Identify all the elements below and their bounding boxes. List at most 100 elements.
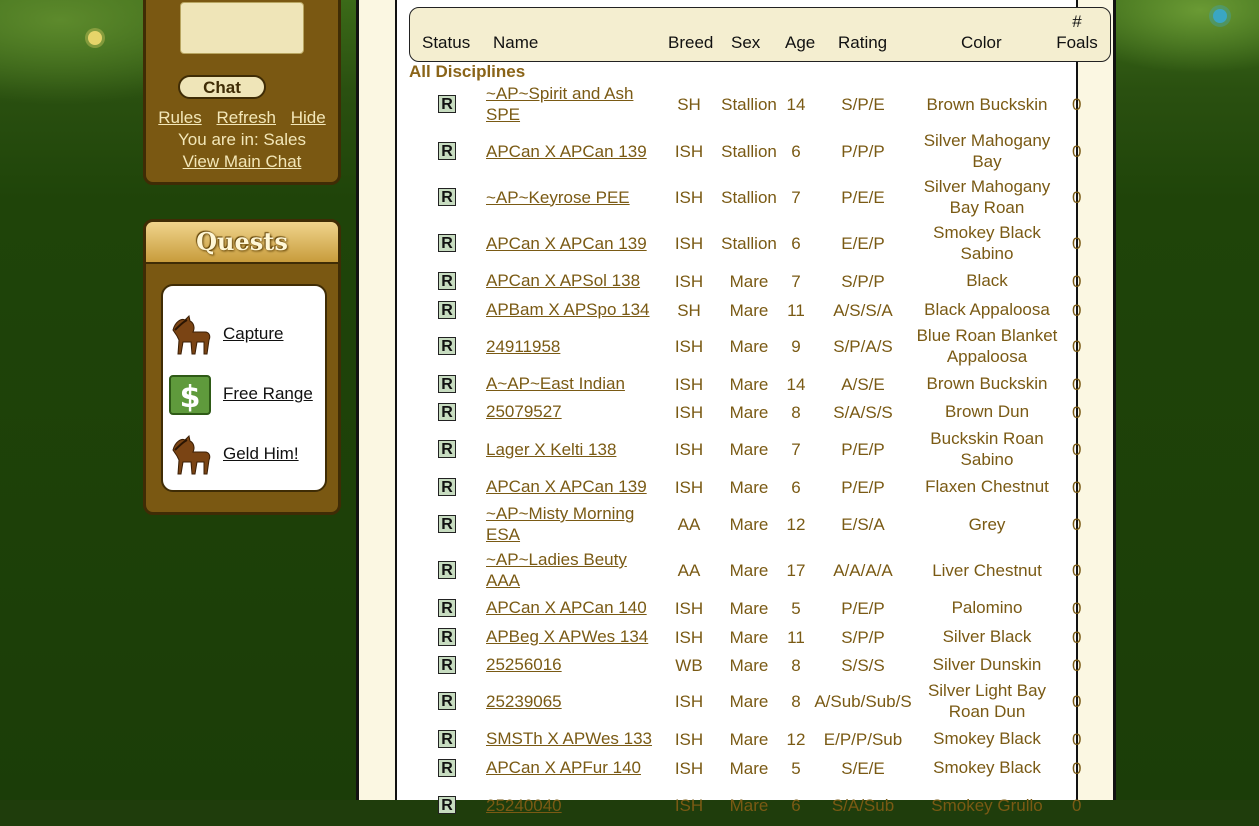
cell-color: Grey <box>968 514 1006 534</box>
status-badge[interactable]: R <box>438 440 456 458</box>
status-badge[interactable]: R <box>438 692 456 710</box>
cell-breed: ISH <box>674 440 704 459</box>
table-row: R APCan X APCan 139 ISH Stallion 6 E/E/P Smoke… <box>396 222 1111 264</box>
status-badge[interactable]: R <box>438 95 456 113</box>
cell-age: 7 <box>791 188 801 207</box>
chat-input[interactable] <box>180 2 304 54</box>
table-row: R ~AP~Keyrose PEE ISH Stallion 7 P/E/E Silver … <box>396 176 1111 218</box>
chat-button[interactable]: Chat <box>178 75 266 99</box>
cell-sex: Mare <box>729 374 769 394</box>
horse-name-link[interactable]: 25239065 <box>486 680 661 722</box>
cell-color: Silver Dunskin <box>932 655 1042 674</box>
cell-rating: A/S/S/A <box>833 300 893 320</box>
cell-foals: 0 <box>1072 477 1082 497</box>
cell-rating: E/E/P <box>841 234 885 253</box>
hide-link[interactable]: Hide <box>291 108 326 127</box>
header-status[interactable]: Status <box>422 33 470 53</box>
cell-color: Palomino <box>951 598 1023 617</box>
status-badge[interactable]: R <box>438 374 456 393</box>
horse-name-link[interactable]: APBeg X APWes 134 <box>486 626 661 647</box>
cell-sex: Stallion <box>721 188 777 207</box>
horse-name-link[interactable]: APCan X APCan 139 <box>486 222 661 264</box>
cell-color: Liver Chestnut <box>932 560 1042 580</box>
horse-name-link[interactable]: 25079527 <box>486 401 661 422</box>
quest-geld-him[interactable]: Geld Him! <box>167 430 323 480</box>
header-color[interactable]: Color <box>961 33 1002 53</box>
status-badge[interactable]: R <box>438 758 456 777</box>
header-breed[interactable]: Breed <box>668 33 713 53</box>
horse-name-link[interactable]: ~AP~Misty Morning ESA <box>486 503 661 545</box>
cell-rating: P/E/P <box>841 440 885 459</box>
cell-sex: Stallion <box>721 142 777 161</box>
cell-foals: 0 <box>1072 337 1082 356</box>
chat-panel: Chat Rules Refresh Hide You are in: Sale… <box>143 0 341 185</box>
status-badge[interactable]: R <box>438 515 456 533</box>
cell-foals: 0 <box>1072 374 1082 394</box>
cell-age: 14 <box>786 374 806 394</box>
header-age[interactable]: Age <box>785 33 815 53</box>
status-badge[interactable]: R <box>438 300 456 319</box>
quests-panel: Quests Capture $ Free Range Geld Him! <box>143 219 341 515</box>
cell-sex: Mare <box>729 477 769 497</box>
header-rating[interactable]: Rating <box>838 33 887 53</box>
header-foals[interactable]: # Foals <box>1055 11 1099 53</box>
horse-name-link[interactable]: ~AP~Spirit and Ash SPE <box>486 83 661 125</box>
table-row: R A~AP~East Indian ISH Mare 14 A/S/E Brown Buc… <box>396 373 1111 394</box>
status-badge[interactable]: R <box>438 627 456 646</box>
cell-foals: 0 <box>1072 440 1082 459</box>
cell-age: 6 <box>791 477 801 497</box>
view-main-chat-link[interactable]: View Main Chat <box>183 152 302 171</box>
horse-name-link[interactable]: 25256016 <box>486 654 661 675</box>
cell-age: 6 <box>791 234 801 253</box>
status-badge[interactable]: R <box>438 477 456 496</box>
quest-label[interactable]: Capture <box>223 324 283 344</box>
status-badge[interactable]: R <box>438 271 456 290</box>
horse-name-link[interactable]: ~AP~Ladies Beuty AAA <box>486 549 661 591</box>
cell-rating: P/P/P <box>841 142 885 161</box>
status-badge[interactable]: R <box>438 188 456 206</box>
refresh-link[interactable]: Refresh <box>216 108 276 127</box>
flower-decoration <box>1213 9 1227 23</box>
status-badge[interactable]: R <box>438 561 456 579</box>
table-row: R ~AP~Spirit and Ash SPE SH Stallion 14 S/P/E… <box>396 83 1111 125</box>
horse-name-link[interactable]: ~AP~Keyrose PEE <box>486 176 661 218</box>
cell-breed: ISH <box>674 627 704 647</box>
header-name[interactable]: Name <box>493 33 538 53</box>
cell-breed: ISH <box>674 796 704 815</box>
horse-name-link[interactable]: APCan X APSol 138 <box>486 270 661 291</box>
horse-name-link[interactable]: Lager X Kelti 138 <box>486 428 661 470</box>
rules-link[interactable]: Rules <box>158 108 201 127</box>
status-badge[interactable]: R <box>438 402 456 421</box>
status-badge[interactable]: R <box>438 796 456 814</box>
cell-breed: AA <box>677 515 701 534</box>
quest-label[interactable]: Geld Him! <box>223 444 299 464</box>
cell-breed: ISH <box>674 271 704 291</box>
horse-name-link[interactable]: APBam X APSpo 134 <box>486 299 661 320</box>
status-badge[interactable]: R <box>438 655 456 674</box>
cell-color: Silver Light Bay Roan Dun <box>927 681 1047 721</box>
horse-name-link[interactable]: APCan X APFur 140 <box>486 757 661 778</box>
horse-name-link[interactable]: SMSTh X APWes 133 <box>486 728 661 749</box>
horse-name-link[interactable]: 24911958 <box>486 325 661 367</box>
status-badge[interactable]: R <box>438 337 456 355</box>
horse-name-link[interactable]: APCan X APCan 139 <box>486 476 661 497</box>
status-badge[interactable]: R <box>438 729 456 748</box>
quest-label[interactable]: Free Range <box>223 384 313 404</box>
cell-age: 5 <box>791 598 801 618</box>
horse-name-link[interactable]: APCan X APCan 140 <box>486 597 661 618</box>
status-badge[interactable]: R <box>438 234 456 252</box>
header-sex[interactable]: Sex <box>731 33 760 53</box>
horse-name-link[interactable]: A~AP~East Indian <box>486 373 661 394</box>
cell-foals: 0 <box>1072 598 1082 618</box>
cell-sex: Mare <box>729 796 769 815</box>
status-badge[interactable]: R <box>438 598 456 617</box>
quest-capture[interactable]: Capture <box>167 310 323 360</box>
horse-name-link[interactable]: APCan X APCan 139 <box>486 130 661 172</box>
cell-age: 12 <box>786 515 806 534</box>
cell-rating: S/P/E <box>841 95 885 114</box>
horse-name-link[interactable]: 25240040 <box>486 784 661 826</box>
status-badge[interactable]: R <box>438 142 456 160</box>
quest-free-range[interactable]: $ Free Range <box>167 370 323 420</box>
cell-sex: Mare <box>729 515 769 534</box>
cell-color: Silver Black <box>942 627 1032 646</box>
